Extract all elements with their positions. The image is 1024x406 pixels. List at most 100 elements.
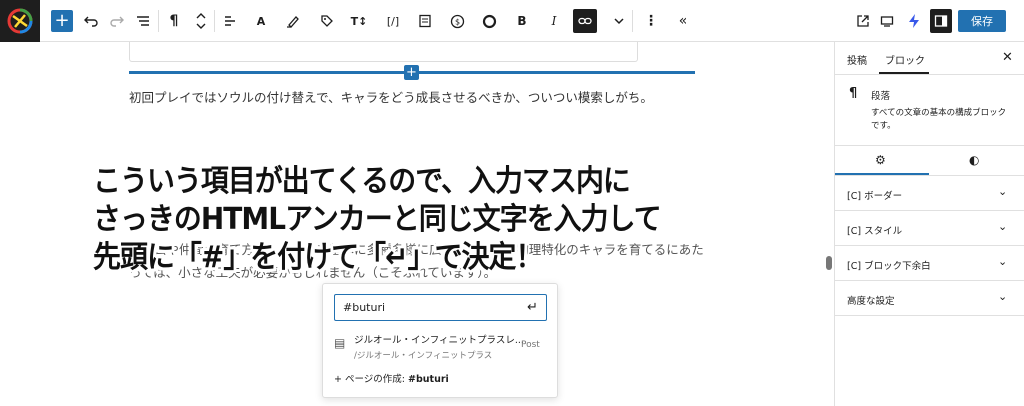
jetpack-button[interactable] xyxy=(903,9,925,33)
list-view-icon xyxy=(137,16,149,26)
gear-icon[interactable]: ⚙ xyxy=(875,153,886,167)
chevron-down-icon: ⌄ xyxy=(998,185,1008,198)
active-subtab-indicator xyxy=(835,173,929,175)
notes-button[interactable] xyxy=(414,9,436,33)
link-url-input[interactable] xyxy=(334,294,547,321)
enter-icon[interactable]: ↵ xyxy=(527,300,538,315)
post-icon: ▤ xyxy=(334,336,346,350)
panel-label: [C] スタイル xyxy=(847,226,903,237)
collapse-toolbar-button[interactable]: « xyxy=(672,9,694,33)
site-logo[interactable] xyxy=(0,0,40,42)
move-block-button[interactable] xyxy=(190,9,212,33)
link-popover: ↵ ▤ ジルオール・インフィニットプラスレ... /ジルオール・インフィニットプ… xyxy=(322,283,558,398)
instruction-line: 先頭に「#」を付けて「↵」で決定！ xyxy=(93,240,543,275)
suggestion-title: ジルオール・インフィニットプラスレ... xyxy=(354,335,524,346)
create-page-option[interactable]: + ページの作成: #buturi xyxy=(334,371,449,385)
scrollbar-thumb[interactable] xyxy=(826,256,832,270)
plus-icon: + xyxy=(334,374,342,385)
editor-toolbar: + ¶ A T↕ [/] $ B I ⋮ « 保存 xyxy=(0,0,1024,42)
sidebar-tabs: 投稿 ブロック ✕ xyxy=(835,42,1024,75)
plus-icon: + xyxy=(54,10,70,31)
panel-label: [C] ボーダー xyxy=(847,191,903,202)
suggestion-type: Post xyxy=(521,340,540,350)
block-settings-tabs: ⚙ ◐ xyxy=(835,146,1024,176)
block-options-button[interactable]: ⋮ xyxy=(640,9,662,33)
lightning-icon xyxy=(909,14,919,28)
block-card: ¶ 段落 すべての文章の基本の構成ブロックです。 xyxy=(835,76,1024,146)
panel-label: [C] ブロック下余白 xyxy=(847,261,931,272)
view-post-button[interactable] xyxy=(852,9,874,33)
toolbar-divider xyxy=(158,10,159,32)
chevron-down-icon: ⌄ xyxy=(998,255,1008,268)
tab-block[interactable]: ブロック xyxy=(885,52,925,67)
redo-button[interactable] xyxy=(106,9,128,33)
block-name: 段落 xyxy=(871,91,891,102)
chevron-down-icon: ⌄ xyxy=(998,220,1008,233)
link-icon xyxy=(578,17,592,25)
pilcrow-icon: ¶ xyxy=(849,86,858,101)
paragraph-block-button[interactable]: ¶ xyxy=(163,9,185,33)
instruction-overlay: こういう項目が出てくるので、入力マス内に さっきのHTMLアンカーと同じ文字を入… xyxy=(93,163,662,277)
chevron-down-icon xyxy=(614,18,624,25)
save-button[interactable]: 保存 xyxy=(958,10,1006,32)
highlighter-icon xyxy=(287,16,299,28)
active-tab-indicator xyxy=(879,72,929,74)
tag-icon xyxy=(321,15,333,27)
settings-sidebar: 投稿 ブロック ✕ ¶ 段落 すべての文章の基本の構成ブロックです。 ⚙ ◐ [… xyxy=(834,42,1024,406)
desktop-icon xyxy=(880,16,894,27)
inline-code-button[interactable]: [/] xyxy=(382,9,404,33)
text-transform-button[interactable]: T↕ xyxy=(348,9,370,33)
preview-button[interactable] xyxy=(876,9,898,33)
instruction-line: こういう項目が出てくるので、入力マス内に xyxy=(93,164,631,199)
close-icon[interactable]: ✕ xyxy=(1002,50,1013,65)
pilcrow-icon: ¶ xyxy=(169,13,179,29)
previous-block[interactable] xyxy=(129,42,638,62)
block-description: すべての文章の基本の構成ブロックです。 xyxy=(871,108,1007,131)
font-size-button[interactable]: A xyxy=(250,9,272,33)
link-suggestion[interactable]: ▤ ジルオール・インフィニットプラスレ... /ジルオール・インフィニットプラス… xyxy=(334,332,548,366)
link-button[interactable] xyxy=(573,9,597,33)
undo-button[interactable] xyxy=(80,9,102,33)
undo-icon xyxy=(84,16,98,27)
editor-canvas: + 初回プレイではソウルの付け替えで、キャラをどう成長させるべきか、ついつい模索… xyxy=(0,42,834,406)
panel-style[interactable]: [C] スタイル ⌄ xyxy=(835,211,1024,246)
move-updown-icon xyxy=(196,13,206,29)
document-icon xyxy=(419,14,431,28)
paragraph-block[interactable]: 初回プレイではソウルの付け替えで、キャラをどう成長させるべきか、ついつい模索しが… xyxy=(129,87,653,106)
settings-sidebar-toggle[interactable] xyxy=(930,9,952,33)
panel-border[interactable]: [C] ボーダー ⌄ xyxy=(835,176,1024,211)
add-block-button[interactable]: + xyxy=(51,10,73,32)
document-overview-button[interactable] xyxy=(132,9,154,33)
panel-block-margin[interactable]: [C] ブロック下余白 ⌄ xyxy=(835,246,1024,281)
toolbar-divider xyxy=(632,10,633,32)
align-left-icon xyxy=(225,16,235,26)
create-value: #buturi xyxy=(408,374,449,385)
dollar-circle-icon: $ xyxy=(450,14,464,28)
circle-icon xyxy=(482,14,496,28)
circle-button[interactable] xyxy=(478,9,500,33)
inserter-plus-button[interactable]: + xyxy=(404,65,419,80)
create-prefix: ページの作成: xyxy=(345,374,409,385)
svg-text:$: $ xyxy=(454,17,459,26)
tag-button[interactable] xyxy=(316,9,338,33)
more-vertical-icon: ⋮ xyxy=(644,13,658,29)
styles-icon[interactable]: ◐ xyxy=(969,153,979,167)
align-button[interactable] xyxy=(219,9,241,33)
bold-button[interactable]: B xyxy=(511,9,533,33)
logo-icon xyxy=(7,8,33,34)
italic-button[interactable]: I xyxy=(543,9,565,33)
currency-button[interactable]: $ xyxy=(446,9,468,33)
external-link-icon xyxy=(857,15,869,27)
tab-post[interactable]: 投稿 xyxy=(847,52,867,67)
redo-icon xyxy=(110,16,124,27)
instruction-line: さっきのHTMLアンカーと同じ文字を入力して xyxy=(93,202,662,237)
chevron-double-left-icon: « xyxy=(678,13,688,29)
toolbar-divider xyxy=(214,10,215,32)
chevron-down-icon: ⌄ xyxy=(998,290,1008,303)
more-formats-button[interactable] xyxy=(608,9,630,33)
sidebar-icon xyxy=(934,15,948,27)
panel-advanced[interactable]: 高度な設定 ⌄ xyxy=(835,281,1024,316)
suggestion-url: /ジルオール・インフィニットプラス xyxy=(354,351,493,361)
panel-label: 高度な設定 xyxy=(847,296,895,307)
highlight-button[interactable] xyxy=(282,9,304,33)
